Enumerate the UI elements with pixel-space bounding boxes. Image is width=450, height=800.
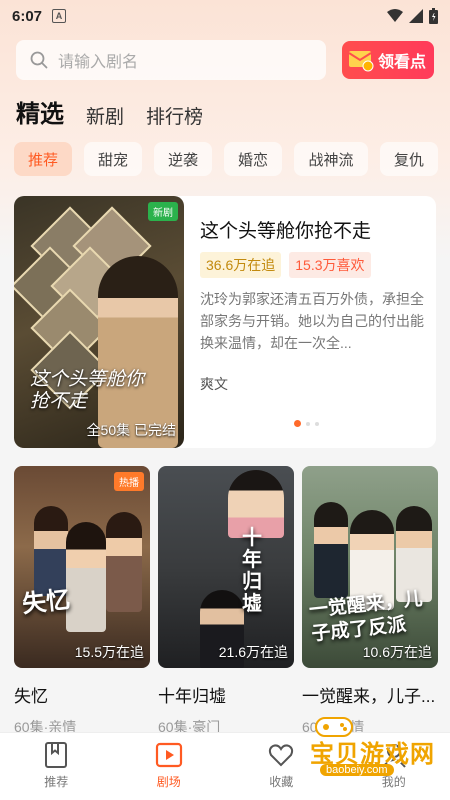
- drama-title: 十年归墟: [158, 687, 226, 706]
- featured-title: 这个头等舱你抢不走: [200, 221, 372, 242]
- chip-war-god[interactable]: 战神流: [294, 142, 368, 176]
- bookmark-icon: [45, 742, 68, 768]
- drama-grid: 失忆 热播 15.5万在追 失忆 60集·亲情 十年归墟 21.6万在追 十年归…: [14, 466, 438, 737]
- carousel-dot: [294, 420, 301, 427]
- chip-recommend[interactable]: 推荐: [14, 142, 72, 176]
- likes-count: 15.3万喜欢: [289, 252, 371, 278]
- drama-card[interactable]: 十年归墟 21.6万在追 十年归墟 60集·豪门: [158, 466, 294, 737]
- carousel-dot: [306, 421, 310, 426]
- notification-icon: A: [52, 9, 67, 23]
- drama-cover[interactable]: 失忆 热播 15.5万在追: [14, 466, 150, 668]
- tab-ranking[interactable]: 排行榜: [146, 102, 203, 129]
- nav-theater[interactable]: 剧场: [113, 733, 226, 800]
- signal-icon: [409, 9, 423, 23]
- nav-recommend[interactable]: 推荐: [0, 733, 113, 800]
- drama-cover[interactable]: 十年归墟 21.6万在追: [158, 466, 294, 668]
- status-icons: [387, 8, 438, 24]
- site-watermark: 宝贝游戏网 baobeiy.com: [266, 712, 446, 782]
- featured-episodes: 全50集 已完结: [87, 420, 176, 440]
- drama-watching: 21.6万在追: [218, 644, 288, 660]
- featured-poster-title: 这个头等舱你抢不走: [30, 368, 145, 412]
- chip-romance[interactable]: 婚恋: [224, 142, 282, 176]
- chip-comeback[interactable]: 逆袭: [154, 142, 212, 176]
- nav-label: 推荐: [44, 775, 69, 789]
- cover-figure: [66, 522, 106, 632]
- tab-featured[interactable]: 精选: [16, 94, 64, 129]
- category-chips: 推荐 甜宠 逆袭 婚恋 战神流 复仇: [14, 142, 438, 176]
- wifi-icon: [387, 9, 403, 22]
- drama-card[interactable]: 失忆 热播 15.5万在追 失忆 60集·亲情: [14, 466, 150, 737]
- search-placeholder: 请输入剧名: [58, 54, 139, 71]
- completion-status: 已完结: [134, 422, 176, 438]
- tab-new[interactable]: 新剧: [86, 102, 124, 129]
- new-badge: 新剧: [148, 202, 178, 221]
- drama-title: 一觉醒来，儿子...: [302, 687, 436, 706]
- status-bar: 6:07 A: [0, 0, 450, 32]
- watching-count: 36.6万在追: [200, 252, 282, 278]
- drama-cover-title: 十年归墟: [242, 525, 262, 615]
- cover-figure: [314, 502, 348, 598]
- status-time: 6:07: [12, 7, 43, 25]
- chip-revenge[interactable]: 复仇: [380, 142, 438, 176]
- watermark-url: baobeiy.com: [320, 764, 394, 776]
- featured-drama-card[interactable]: 这个头等舱你抢不走 全50集 已完结 新剧 这个头等舱你抢不走 36.6万在追 …: [14, 196, 436, 448]
- carousel-indicator: [294, 420, 319, 427]
- claim-points-label: 领看点: [378, 54, 427, 71]
- search-input[interactable]: 请输入剧名: [16, 40, 326, 80]
- chip-sweet[interactable]: 甜宠: [84, 142, 142, 176]
- search-icon: [30, 51, 48, 69]
- carousel-dot: [315, 421, 319, 426]
- drama-cover[interactable]: 一觉醒来，儿子成了反派 10.6万在追: [302, 466, 438, 668]
- battery-icon: [429, 8, 438, 24]
- featured-description: 沈玲为郭家还清五百万外债，承担全部家务与开销。她以为自己的付出能换来温情，却在一…: [200, 291, 424, 351]
- drama-card[interactable]: 一觉醒来，儿子成了反派 10.6万在追 一觉醒来，儿子... 60集·亲情: [302, 466, 438, 737]
- drama-watching: 15.5万在追: [74, 644, 144, 660]
- envelope-icon: [348, 51, 374, 72]
- featured-genre: 爽文: [200, 376, 228, 392]
- top-tabs: 精选 新剧 排行榜: [16, 94, 203, 129]
- featured-poster[interactable]: 这个头等舱你抢不走 全50集 已完结 新剧: [14, 196, 184, 448]
- drama-title: 失忆: [14, 687, 48, 706]
- play-icon: [155, 742, 182, 768]
- claim-points-button[interactable]: 领看点: [342, 41, 434, 79]
- drama-watching: 10.6万在追: [362, 644, 432, 660]
- cover-figure: [34, 506, 68, 596]
- nav-label: 剧场: [156, 775, 181, 789]
- featured-stats: 36.6万在追 15.3万喜欢: [200, 252, 371, 278]
- hot-badge: 热播: [114, 472, 144, 491]
- episode-count: 全50集: [86, 422, 131, 438]
